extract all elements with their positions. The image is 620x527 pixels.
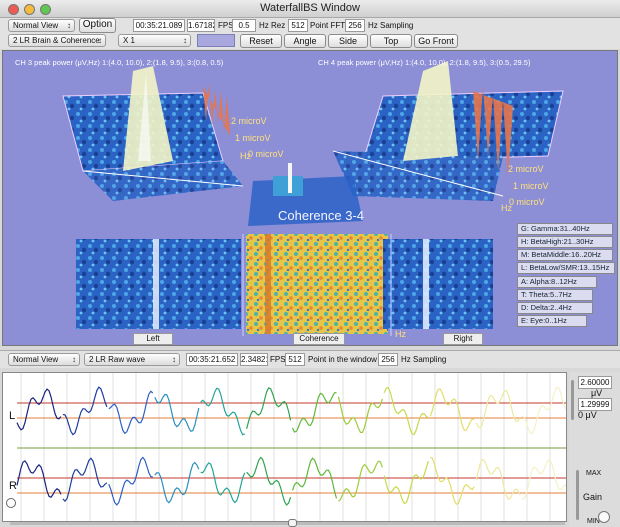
- wave-points-label: Point in the window: [308, 355, 377, 364]
- band-beta-high: H: BetaHigh:21..30Hz: [517, 236, 613, 248]
- sampling-rate-input[interactable]: 256: [345, 19, 365, 32]
- fft-label: Point FFT: [310, 21, 346, 30]
- wave-trace-l: [291, 392, 337, 433]
- raw-wave-plot[interactable]: [2, 372, 567, 522]
- right-panel-label: Right: [443, 333, 483, 345]
- top-button[interactable]: Top: [370, 34, 412, 48]
- color-swatch[interactable]: [197, 34, 235, 47]
- wave-sampling-input[interactable]: 256: [378, 353, 398, 366]
- band-delta: D: Delta:2..4Hz: [517, 302, 593, 314]
- gain-slider-track[interactable]: [576, 470, 579, 520]
- wave-sampling-label: Hz Sampling: [401, 355, 447, 364]
- raw-wave-canvas: [16, 373, 566, 521]
- left-panel-label: Left: [133, 333, 173, 345]
- sampling-label: Hz Sampling: [368, 21, 414, 30]
- wave-trace-l: [154, 393, 200, 433]
- scale-slider-track[interactable]: [571, 380, 574, 420]
- wave-trace-l: [337, 396, 383, 434]
- channel-radio[interactable]: [6, 498, 16, 508]
- go-front-button[interactable]: Go Front: [414, 34, 458, 48]
- wave-trace-l: [429, 388, 475, 431]
- spectrum-3d-view[interactable]: CH 3 peak power (μV,Hz) 1:(4.0, 10.0), 2…: [2, 50, 618, 346]
- wave-trace-l: [108, 390, 154, 435]
- ch3-peak-readout: CH 3 peak power (μV,Hz) 1:(4.0, 10.0), 2…: [15, 58, 224, 67]
- coherence-hz-label: Hz: [395, 329, 406, 339]
- wave-trace-l: [246, 387, 292, 429]
- wave-points-input[interactable]: 512: [285, 353, 305, 366]
- hz-rez-input[interactable]: 0.5: [232, 19, 256, 32]
- wave-trace-l: [383, 387, 429, 435]
- band-beta-low: L: BetaLow/SMR:13..15Hz: [517, 262, 615, 274]
- right-spectrogram: [383, 239, 493, 329]
- wave-trace-l: [16, 388, 62, 431]
- wave-trace-l: [62, 386, 108, 436]
- wave-trace-r: [338, 460, 383, 502]
- right-axis-2uv: 2 microV: [508, 164, 544, 174]
- left-axis-1uv: 1 microV: [235, 133, 271, 143]
- gain-max-label: MAX: [586, 470, 602, 477]
- hz-rez-label: Hz Rez: [259, 21, 286, 30]
- scale-select[interactable]: X 1: [118, 34, 191, 47]
- wave-trace-r: [154, 461, 200, 504]
- wave-elapsed-time-field: 00:35:21.652: [186, 353, 238, 366]
- coherence-panel-label: Coherence: [293, 333, 345, 345]
- right-waterfall-surface: [362, 90, 564, 162]
- wave-view-mode-select[interactable]: Normal View: [8, 353, 80, 366]
- wave-trace-l: [521, 386, 566, 435]
- wave-fps-label: FPS: [270, 355, 286, 364]
- right-axis-1uv: 1 microV: [513, 181, 549, 191]
- band-alpha: A: Alpha:8..12Hz: [517, 276, 597, 288]
- wave-montage-select[interactable]: 2 LR Raw wave: [84, 353, 180, 366]
- fps-value-field: 1.67182: [187, 19, 215, 32]
- left-axis-0uv: 0 microV: [248, 149, 284, 159]
- band-eye: E: Eye:0..1Hz: [517, 315, 587, 327]
- title-bar: WaterfallBS Window: [0, 0, 620, 18]
- reset-button[interactable]: Reset: [240, 34, 282, 48]
- channel-l-label: L: [9, 410, 16, 422]
- wave-trace-r: [383, 460, 429, 505]
- wave-trace-r: [246, 456, 292, 506]
- channel-r-label: R: [9, 480, 17, 492]
- ch4-peak-readout: CH 4 peak power (μV,Hz) 1:(4.0, 10.0), 2…: [318, 58, 531, 67]
- gain-slider-thumb[interactable]: [598, 511, 610, 523]
- montage-select[interactable]: 2 LR Brain & Coherence: [8, 34, 106, 47]
- option-button[interactable]: Option: [79, 18, 116, 33]
- wave-trace-r: [200, 462, 246, 504]
- wave-trace-r: [108, 456, 153, 506]
- wave-trace-l: [475, 389, 521, 429]
- wave-trace-r: [16, 460, 62, 498]
- wave-fps-value-field: 2.34821: [240, 353, 268, 366]
- left-axis-2uv: 2 microV: [231, 116, 267, 126]
- band-gamma: G: Gamma:31..40Hz: [517, 223, 613, 235]
- right-axis-hz: Hz: [501, 203, 512, 213]
- elapsed-time-field: 00:35:21.089: [133, 19, 185, 32]
- side-button[interactable]: Side: [328, 34, 368, 48]
- band-beta-middle: M: BetaMiddle:16..20Hz: [517, 249, 613, 261]
- band-theta: T: Theta:5..7Hz: [517, 289, 593, 301]
- scale-top-unit: μV: [591, 388, 603, 398]
- scale-bottom-unit: 0 μV: [578, 410, 597, 420]
- left-axis-hz: Hz: [240, 151, 251, 161]
- window-title: WaterfallBS Window: [260, 2, 360, 14]
- wave-trace-r: [62, 457, 108, 503]
- wave-scroll-thumb[interactable]: [288, 519, 297, 527]
- wave-trace-r: [430, 456, 475, 506]
- fft-size-input[interactable]: 512: [288, 19, 308, 32]
- angle-button[interactable]: Angle: [284, 34, 326, 48]
- wave-trace-l: [200, 387, 245, 436]
- coherence-title: Coherence 3-4: [278, 208, 364, 223]
- gain-label: Gain: [583, 492, 603, 502]
- view-mode-select[interactable]: Normal View: [8, 19, 75, 32]
- right-axis-0uv: 0 microV: [509, 197, 545, 207]
